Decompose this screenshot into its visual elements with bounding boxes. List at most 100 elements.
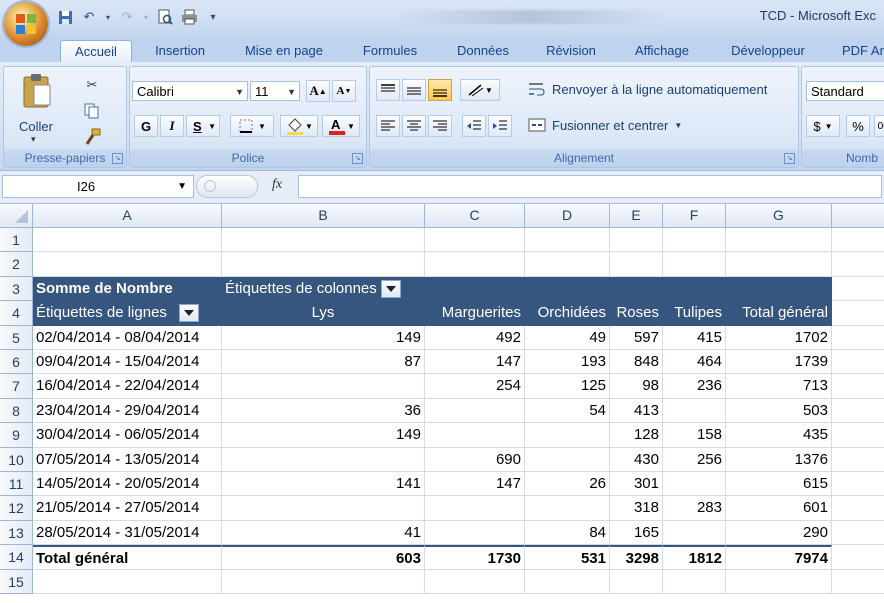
cell[interactable] bbox=[832, 301, 884, 326]
align-left-icon[interactable] bbox=[376, 115, 400, 137]
cell[interactable]: Étiquettes de colonnes bbox=[222, 276, 425, 302]
font-color-button[interactable]: A ▼ bbox=[322, 115, 360, 137]
cell[interactable] bbox=[425, 276, 525, 302]
undo-icon[interactable]: ↶ bbox=[80, 8, 98, 26]
cell[interactable] bbox=[832, 448, 884, 472]
tab-developpeur[interactable]: Développeur bbox=[718, 40, 818, 62]
pivot-value-cell[interactable]: 149 bbox=[222, 325, 425, 350]
row-header[interactable]: 14 bbox=[0, 545, 33, 570]
italic-button[interactable]: I bbox=[160, 115, 184, 137]
pivot-row-label[interactable]: 23/04/2014 - 29/04/2014 bbox=[33, 398, 222, 424]
pivot-value-cell[interactable]: 848 bbox=[610, 350, 663, 375]
cell[interactable] bbox=[663, 569, 726, 594]
tab-formules[interactable]: Formules bbox=[352, 40, 428, 62]
pivot-value-cell[interactable] bbox=[425, 496, 525, 521]
cell[interactable] bbox=[610, 228, 663, 253]
cell[interactable] bbox=[525, 276, 610, 302]
pivot-value-cell[interactable] bbox=[222, 447, 425, 472]
cell[interactable] bbox=[222, 569, 425, 594]
tab-pdf[interactable]: PDF Ar bbox=[834, 40, 884, 62]
copy-icon[interactable] bbox=[80, 99, 104, 123]
decrease-indent-icon[interactable] bbox=[462, 115, 486, 137]
cell[interactable] bbox=[832, 350, 884, 375]
pivot-value-cell[interactable]: 601 bbox=[726, 496, 832, 521]
align-middle-icon[interactable] bbox=[402, 79, 426, 101]
pivot-value-cell[interactable] bbox=[222, 496, 425, 521]
print-preview-icon[interactable] bbox=[156, 8, 174, 26]
currency-button[interactable]: $ ▼ bbox=[806, 115, 840, 137]
cell[interactable] bbox=[726, 569, 832, 594]
cell[interactable] bbox=[425, 569, 525, 594]
cell[interactable] bbox=[525, 252, 610, 277]
cell[interactable] bbox=[425, 252, 525, 277]
cell[interactable] bbox=[525, 569, 610, 594]
pivot-total-cell[interactable]: 7974 bbox=[726, 545, 832, 570]
align-right-icon[interactable] bbox=[428, 115, 452, 137]
pivot-value-cell[interactable] bbox=[663, 398, 726, 424]
cut-icon[interactable]: ✂ bbox=[80, 73, 104, 97]
cell[interactable] bbox=[832, 228, 884, 253]
paste-dropdown-icon[interactable]: ▾ bbox=[31, 135, 36, 145]
pivot-value-cell[interactable]: 430 bbox=[610, 447, 663, 472]
pivot-value-label[interactable]: Somme de Nombre bbox=[33, 276, 222, 302]
row-header[interactable]: 8 bbox=[0, 398, 33, 424]
cell[interactable] bbox=[832, 277, 884, 302]
pivot-value-cell[interactable]: 87 bbox=[222, 350, 425, 375]
pivot-value-cell[interactable]: 49 bbox=[525, 325, 610, 350]
pivot-value-cell[interactable]: 290 bbox=[726, 520, 832, 546]
format-painter-icon[interactable] bbox=[80, 125, 104, 149]
align-center-icon[interactable] bbox=[402, 115, 426, 137]
wrap-text-button[interactable]: Renvoyer à la ligne automatiquement bbox=[528, 81, 767, 97]
row-header[interactable]: 6 bbox=[0, 350, 33, 375]
pivot-value-cell[interactable]: 318 bbox=[610, 496, 663, 521]
pivot-value-cell[interactable]: 36 bbox=[222, 398, 425, 424]
select-all-corner[interactable] bbox=[0, 204, 33, 228]
clipboard-launcher-icon[interactable]: ↘ bbox=[112, 153, 123, 164]
cell[interactable] bbox=[832, 399, 884, 424]
pivot-row-label[interactable]: 28/05/2014 - 31/05/2014 bbox=[33, 520, 222, 546]
pivot-value-cell[interactable] bbox=[525, 423, 610, 448]
cell[interactable] bbox=[425, 228, 525, 253]
column-header[interactable]: D bbox=[525, 204, 610, 228]
pivot-row-label[interactable]: 09/04/2014 - 15/04/2014 bbox=[33, 350, 222, 375]
cell[interactable] bbox=[610, 276, 663, 302]
fx-icon[interactable]: fx bbox=[272, 177, 282, 193]
cell[interactable] bbox=[832, 252, 884, 277]
row-header[interactable]: 9 bbox=[0, 423, 33, 448]
cell[interactable] bbox=[832, 496, 884, 521]
cell[interactable] bbox=[222, 228, 425, 253]
pivot-value-cell[interactable]: 125 bbox=[525, 374, 610, 399]
redo-dropdown-icon[interactable]: ▾ bbox=[142, 8, 150, 26]
pivot-column-header[interactable]: Tulipes bbox=[663, 301, 726, 326]
fill-color-button[interactable]: ▼ bbox=[280, 115, 318, 137]
cell[interactable] bbox=[832, 545, 884, 570]
pivot-total-cell[interactable]: 3298 bbox=[610, 545, 663, 570]
pivot-value-cell[interactable]: 713 bbox=[726, 374, 832, 399]
underline-button[interactable]: S ▼ bbox=[186, 115, 220, 137]
font-launcher-icon[interactable]: ↘ bbox=[352, 153, 363, 164]
percent-button[interactable]: % bbox=[846, 115, 870, 137]
pivot-total-cell[interactable]: 603 bbox=[222, 545, 425, 570]
font-size-select[interactable]: 11 ▼ bbox=[250, 81, 300, 101]
column-header[interactable] bbox=[832, 204, 884, 228]
column-header[interactable]: C bbox=[425, 204, 525, 228]
row-header[interactable]: 7 bbox=[0, 374, 33, 399]
column-header[interactable]: F bbox=[663, 204, 726, 228]
row-header[interactable]: 3 bbox=[0, 276, 33, 302]
tab-accueil[interactable]: Accueil bbox=[60, 40, 132, 63]
pivot-value-cell[interactable]: 301 bbox=[610, 472, 663, 497]
pivot-value-cell[interactable]: 41 bbox=[222, 520, 425, 546]
pivot-value-cell[interactable]: 492 bbox=[425, 325, 525, 350]
pivot-row-label[interactable]: 16/04/2014 - 22/04/2014 bbox=[33, 374, 222, 399]
cell[interactable] bbox=[726, 228, 832, 253]
cell[interactable] bbox=[33, 569, 222, 594]
pivot-column-header[interactable]: Orchidées bbox=[525, 301, 610, 326]
pivot-column-header[interactable]: Lys bbox=[222, 301, 425, 326]
tab-mise-en-page[interactable]: Mise en page bbox=[232, 40, 336, 62]
cell[interactable] bbox=[832, 374, 884, 399]
pivot-value-cell[interactable]: 149 bbox=[222, 423, 425, 448]
pivot-value-cell[interactable] bbox=[425, 520, 525, 546]
pivot-value-cell[interactable]: 147 bbox=[425, 350, 525, 375]
pivot-value-cell[interactable]: 193 bbox=[525, 350, 610, 375]
redo-icon[interactable]: ↷ bbox=[118, 8, 136, 26]
